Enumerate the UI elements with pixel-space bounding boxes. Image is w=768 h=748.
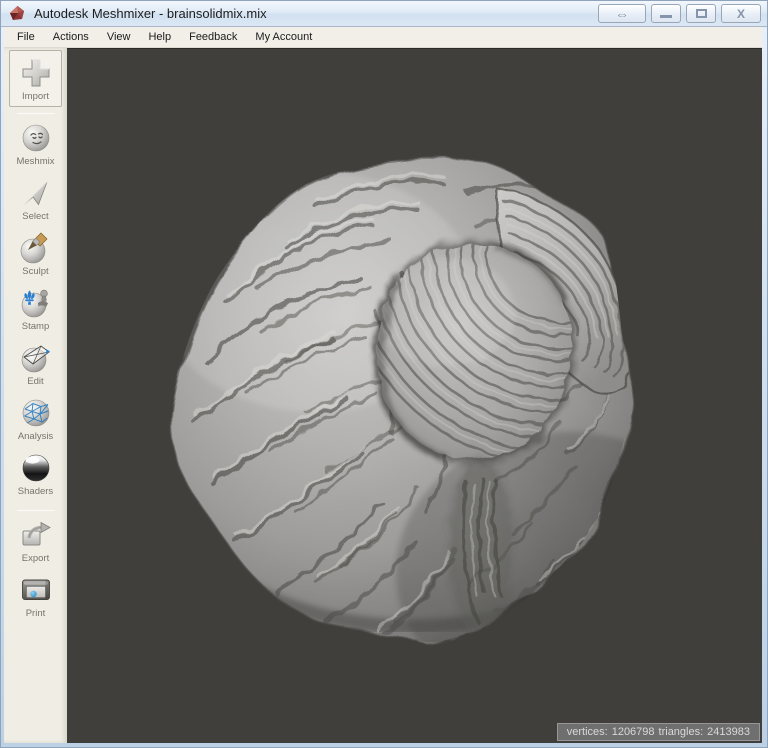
close-button[interactable]: X [721,4,761,23]
sidebar-item-sculpt[interactable]: Sculpt [4,229,67,284]
sidebar-item-export[interactable]: Export [4,516,67,571]
printer-icon [21,579,50,600]
vertices-count: 1206798 [611,726,655,738]
menu-feedback[interactable]: Feedback [180,28,246,46]
face-sphere-icon [22,124,49,152]
sidebar-item-label: Export [21,553,50,564]
brain-3d-model [169,156,632,644]
sidebar-item-meshmix[interactable]: Meshmix [4,119,67,174]
menu-my-account[interactable]: My Account [246,28,321,46]
triangles-count: 2413983 [707,726,750,738]
fleur-de-lis-sphere-icon [21,289,48,318]
plus-icon [22,59,49,86]
triangles-label: triangles: [658,726,704,738]
sidebar-item-label: Edit [27,376,44,387]
meshmixer-logo-icon [10,6,24,20]
sidebar-separator [16,510,55,511]
maximize-icon [695,9,707,18]
menu-view[interactable]: View [98,28,140,46]
brush-sphere-icon [20,232,47,264]
sidebar-item-analysis[interactable]: Analysis [4,394,67,449]
menu-actions[interactable]: Actions [44,28,98,46]
sidebar-item-label: Shaders [17,486,54,497]
window-title: Autodesk Meshmixer - brainsolidmix.mix [34,6,267,21]
sidebar-item-shaders[interactable]: Shaders [4,449,67,504]
sidebar-item-label: Sculpt [22,266,49,277]
sidebar-item-label: Select [22,211,49,222]
menu-bar: File Actions View Help Feedback My Accou… [4,27,762,48]
window-controls: ⇔ X [598,4,761,23]
sidebar-item-edit[interactable]: Edit [4,339,67,394]
menu-file[interactable]: File [8,28,44,46]
horizontal-resize-icon: ⇔ [615,5,629,22]
close-icon: X [736,6,745,21]
sidebar-item-label: Print [25,608,46,619]
sidebar-item-label: Stamp [21,321,50,332]
export-arrow-icon [22,521,51,546]
viewport-canvas[interactable]: vertices: 1206798 triangles: 2413983 [67,48,762,743]
mesh-sphere-icon [22,399,49,427]
title-bar[interactable]: Autodesk Meshmixer - brainsolidmix.mix ⇔… [1,1,767,27]
app-window: Autodesk Meshmixer - brainsolidmix.mix ⇔… [0,0,768,748]
tool-sidebar: Import Meshmix Select Sculpt Stamp Edit … [4,48,67,743]
sidebar-item-import[interactable]: Import [9,50,62,107]
sidebar-item-label: Import [22,90,49,102]
sidebar-item-print[interactable]: Print [4,571,67,626]
minimize-icon [660,15,672,18]
status-bar: vertices: 1206798 triangles: 2413983 [556,723,760,741]
sidebar-item-select[interactable]: Select [4,174,67,229]
plane-sphere-icon [21,345,50,373]
sidebar-item-stamp[interactable]: Stamp [4,284,67,339]
minimize-button[interactable] [651,4,681,23]
maximize-button[interactable] [686,4,716,23]
horizontal-resize-button[interactable]: ⇔ [598,4,646,23]
sidebar-item-label: Analysis [17,431,54,442]
menu-help[interactable]: Help [139,28,180,46]
chrome-sphere-icon [22,454,49,482]
vertices-label: vertices: [566,726,608,738]
cursor-arrow-icon [24,181,47,206]
sidebar-item-label: Meshmix [16,156,55,167]
sidebar-separator [16,113,55,114]
